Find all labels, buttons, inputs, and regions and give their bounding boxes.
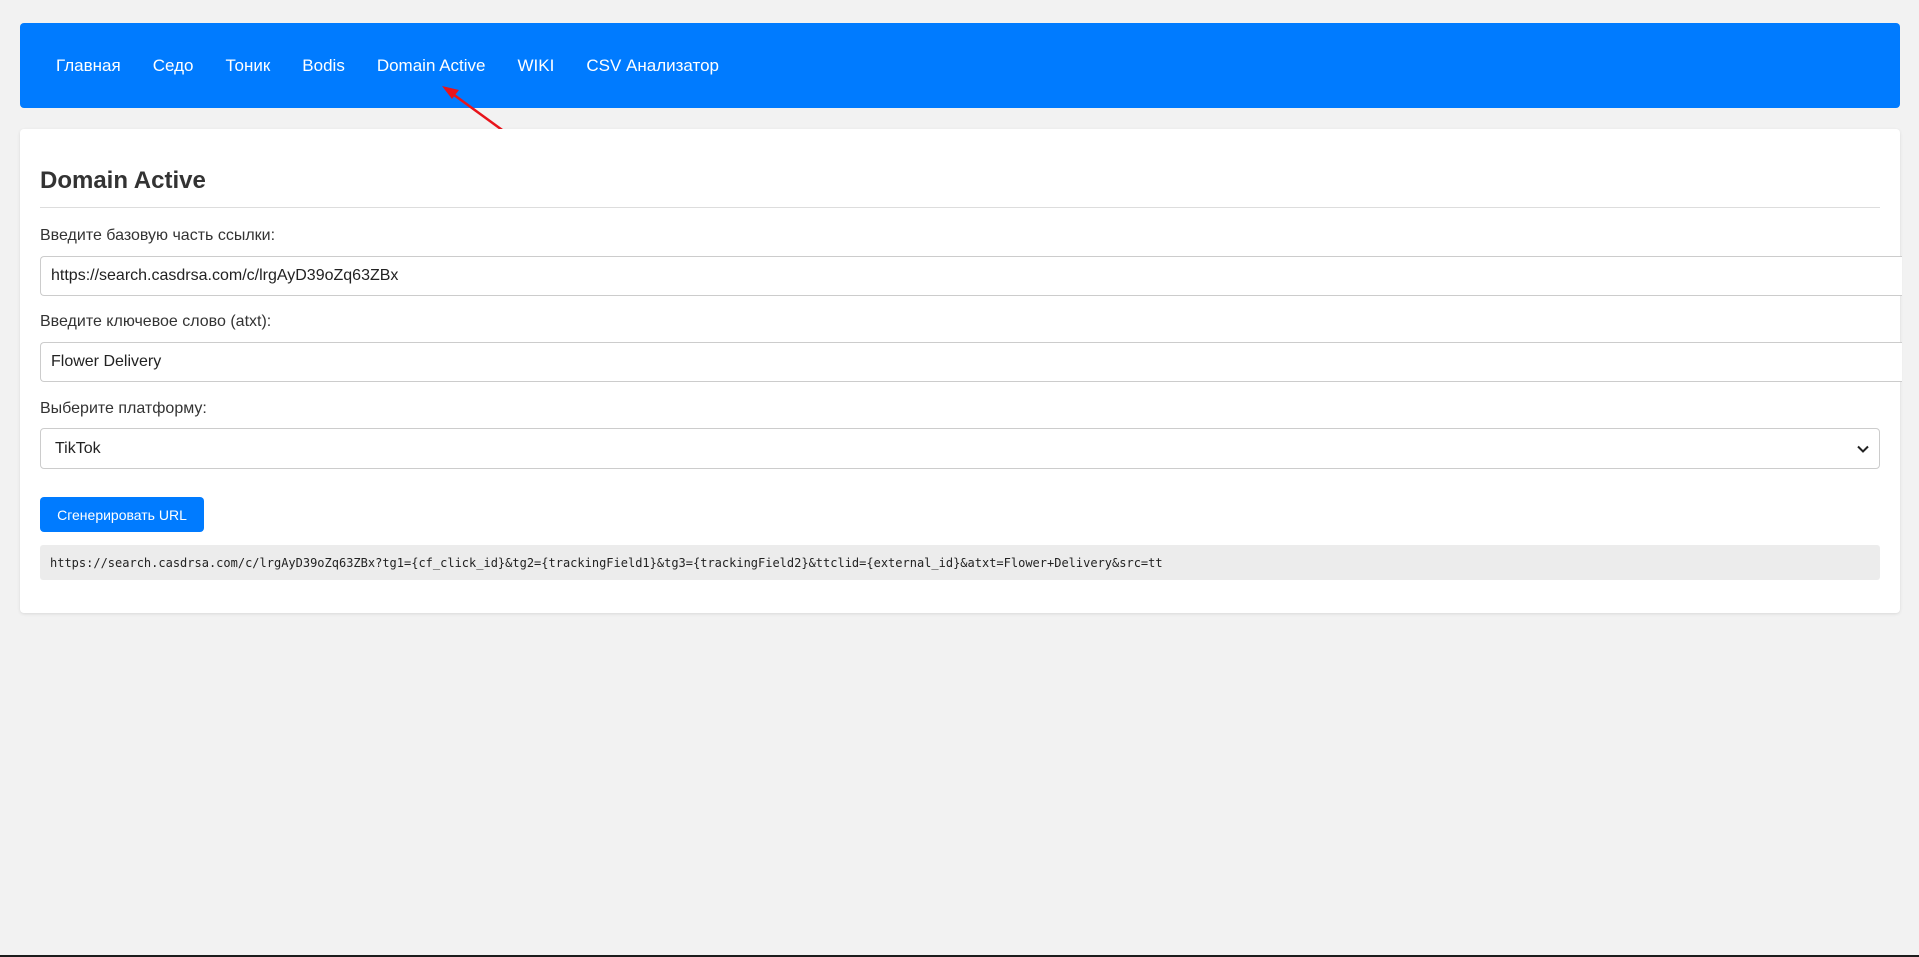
nav-item-wiki[interactable]: WIKI [518, 56, 555, 76]
base-link-label: Введите базовую часть ссылки: [40, 227, 276, 244]
generate-url-button[interactable]: Сгенерировать URL [40, 497, 204, 532]
nav-item-sedo[interactable]: Седо [153, 56, 194, 76]
keyword-label: Введите ключевое слово (atxt): [40, 313, 272, 330]
nav-item-home[interactable]: Главная [56, 56, 121, 76]
nav-item-domain-active[interactable]: Domain Active [377, 56, 486, 76]
title-divider [40, 207, 1880, 208]
platform-selected-value: TikTok [55, 439, 101, 457]
keyword-input[interactable] [40, 342, 1902, 382]
nav-item-csv-analyzer[interactable]: CSV Анализатор [586, 56, 719, 76]
platform-select[interactable]: TikTok [40, 428, 1880, 469]
domain-active-card: Domain Active Введите базовую часть ссыл… [20, 129, 1902, 613]
page-title: Domain Active [40, 167, 206, 194]
generated-url-output: https://search.casdrsa.com/c/lrgAyD39oZq… [40, 545, 1880, 580]
platform-label: Выберите платформу: [40, 400, 207, 417]
nav-item-tonic[interactable]: Тоник [225, 56, 270, 76]
chevron-down-icon [1857, 445, 1869, 453]
nav-item-bodis[interactable]: Bodis [302, 56, 345, 76]
top-navbar: Главная Седо Тоник Bodis Domain Active W… [20, 23, 1900, 108]
base-link-input[interactable] [40, 256, 1902, 296]
